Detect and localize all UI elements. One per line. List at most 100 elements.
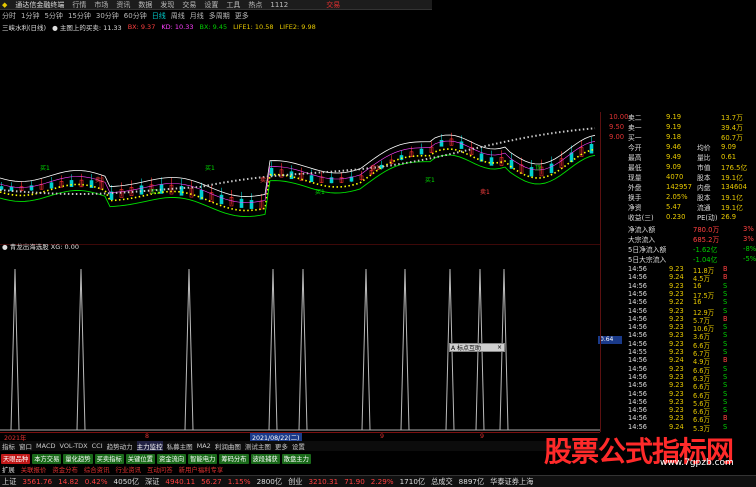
index-name[interactable]: 上证 (2, 477, 16, 487)
popup-label: A 标点互助 (451, 345, 482, 352)
flow-label: 大宗流入 (628, 236, 656, 244)
marker-popup[interactable]: A 标点互助 × (449, 343, 505, 352)
menu-item[interactable]: 发现 (160, 0, 174, 10)
tick-time: 14:56 (628, 323, 648, 332)
date-axis-bar: 2021年 2021/08/22(二) 899 (0, 432, 600, 442)
indicator-tab[interactable]: 窗口 (19, 441, 32, 451)
index-name[interactable]: 总成交 (431, 477, 453, 487)
quote-value: 9.19 (666, 113, 682, 121)
quote-label: 内盘 (697, 184, 711, 192)
date-mark: 8 (145, 433, 150, 440)
candle (69, 180, 74, 188)
info-tab[interactable]: 行业资讯 (115, 465, 141, 474)
info-tab[interactable]: 新用户福利专享 (179, 465, 224, 474)
indicator-tab[interactable]: 测试主图 (245, 441, 271, 451)
menu-item[interactable]: 行情 (72, 0, 86, 10)
main-kline-chart[interactable]: 买1 卖1 买1 买1 卖1 买1 卖1 买1 卖1 顶 (0, 112, 600, 244)
quote-value: 2.05% (666, 193, 688, 201)
function-button[interactable]: 波段捕获 (250, 453, 280, 464)
tick-price: 9.23 (669, 331, 684, 340)
indicator-tab[interactable]: 趋势动力 (107, 441, 133, 451)
period-tab[interactable]: 多周期 (209, 11, 230, 21)
candle (459, 141, 464, 149)
function-button[interactable]: 散盘主力 (281, 453, 311, 464)
quote-value: 9.49 (666, 153, 682, 161)
tick-time: 14:56 (628, 314, 648, 323)
index-name[interactable]: 创业 (288, 477, 302, 487)
menu-item[interactable]: 市场 (94, 0, 108, 10)
period-tab[interactable]: 分时 (2, 11, 16, 21)
signal-spike (361, 268, 371, 431)
indicator-tab[interactable]: 私募主图 (167, 441, 193, 451)
period-tab[interactable]: 月线 (190, 11, 204, 21)
menu-item[interactable]: 资讯 (116, 0, 130, 10)
quote-label: 外盘 (628, 184, 642, 192)
indicator-tab[interactable]: CCI (92, 442, 103, 450)
quote-label: 均价 (697, 144, 711, 152)
period-tab[interactable]: 60分钟 (124, 11, 147, 21)
signal-annotation: 卖1 (260, 177, 270, 184)
indicator-chart[interactable] (0, 244, 600, 432)
quote-row: 净资 5.47 流通 19.1亿 (601, 202, 756, 212)
function-button[interactable]: 资金流向 (156, 453, 187, 464)
quote-value: 5.47 (666, 203, 682, 211)
trade-menu[interactable]: 交易 (326, 0, 340, 10)
signal-annotation: 顶 (535, 165, 541, 172)
menu-item[interactable]: 交易 (182, 0, 196, 10)
function-button[interactable]: 筹码分布 (219, 453, 249, 464)
indicator-tab[interactable]: MA2 (197, 442, 211, 450)
tick-direction: B (723, 265, 728, 273)
menu-item[interactable]: 1112 (270, 1, 288, 9)
info-tab[interactable]: 扩展 (2, 465, 15, 474)
menu-item[interactable]: 工具 (226, 0, 240, 10)
function-button[interactable]: 天眼品种 (1, 453, 31, 464)
indicator-value: LIFE2: 9.98 (279, 23, 316, 31)
menu-item[interactable]: 设置 (204, 0, 218, 10)
indicator-tab[interactable]: 主力监控 (136, 441, 163, 451)
period-tab[interactable]: 日线 (152, 11, 166, 21)
info-tab[interactable]: 关联报价 (21, 465, 47, 474)
tick-direction: S (723, 323, 728, 332)
period-tab[interactable]: 15分钟 (68, 11, 91, 21)
indicator-tab[interactable]: 设置 (292, 441, 305, 451)
menu-item[interactable]: 热点 (248, 0, 262, 10)
indicator-tab[interactable]: 指标 (2, 441, 15, 451)
info-tab[interactable]: 互动问答 (147, 465, 173, 474)
indicator-tab[interactable]: 利润曲图 (215, 441, 241, 451)
period-tab[interactable]: 周线 (171, 11, 185, 21)
info-tab[interactable]: 资金分布 (52, 465, 78, 474)
quote-row: 现量 4070 股本 19.1亿 (601, 172, 756, 182)
candle (329, 177, 334, 184)
tick-direction: B (723, 414, 728, 423)
period-tab[interactable]: 更多 (235, 11, 249, 21)
indicator-value: KD: 10.33 (161, 23, 194, 31)
indicator-tab[interactable]: MACD (36, 442, 55, 450)
tick-time: 14:55 (628, 348, 648, 356)
quote-label: 现量 (628, 174, 642, 182)
period-tab[interactable]: 5分钟 (44, 11, 62, 21)
tick-time: 14:56 (628, 364, 648, 373)
indicator-tab[interactable]: 更多 (275, 441, 288, 451)
function-button[interactable]: 买卖指标 (94, 453, 124, 464)
quote-value: 0.61 (721, 153, 737, 161)
function-button[interactable]: 本方交易 (32, 453, 62, 464)
period-tab[interactable]: 1分钟 (21, 11, 39, 21)
function-button[interactable]: 智能电力 (188, 453, 218, 464)
quote-value: 9.09 (721, 143, 737, 151)
quote-label: 收益(三) (628, 214, 654, 222)
quote-row: 最低 9.09 市值 176.5亿 (601, 162, 756, 172)
info-tab[interactable]: 综合资讯 (84, 465, 110, 474)
quote-label: 市值 (697, 164, 711, 172)
function-button[interactable]: 关键位置 (125, 453, 155, 464)
close-icon[interactable]: × (497, 344, 504, 351)
function-button[interactable]: 量化趋势 (63, 453, 93, 464)
tick-time: 14:56 (628, 381, 648, 390)
period-tab[interactable]: 30分钟 (96, 11, 119, 21)
capital-flow-row: 5日净流入额 -1.62亿 -8% (601, 244, 756, 254)
menu-item[interactable]: 数据 (138, 0, 152, 10)
quote-value: 60.7万 (721, 134, 743, 142)
index-name[interactable]: 深证 (145, 477, 159, 487)
indicator-tab[interactable]: VOL-TDX (59, 442, 87, 450)
flow-pct: 3% (743, 235, 754, 243)
tick-direction: S (723, 289, 728, 298)
